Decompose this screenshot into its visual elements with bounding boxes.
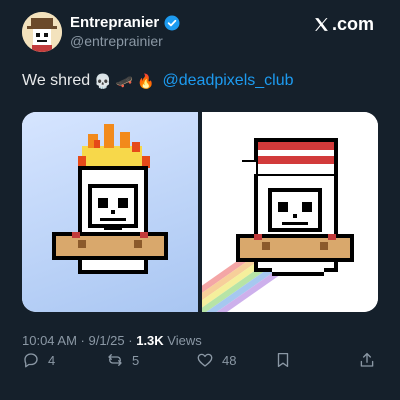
bookmark-button[interactable]: [274, 351, 292, 369]
ghost-skull-hat-art: [202, 138, 354, 312]
verified-badge-icon: [164, 15, 180, 30]
author-avatar[interactable]: [22, 12, 62, 52]
views-label: Views: [163, 333, 202, 348]
tweet-text: We shred 💀 🛹 🔥 @deadpixels_club: [22, 72, 294, 90]
media-image-left[interactable]: [22, 112, 198, 312]
like-icon: [197, 353, 213, 367]
media-image-right[interactable]: [202, 112, 378, 312]
tweet-date[interactable]: 9/1/25: [89, 333, 125, 348]
bookmark-icon: [277, 352, 289, 368]
share-button[interactable]: [358, 351, 376, 369]
meta-separator: ·: [76, 333, 89, 348]
views-count[interactable]: 1.3K: [136, 333, 163, 348]
ghost-skull-fire-art: [52, 124, 168, 274]
author-handle[interactable]: @entreprainier: [70, 33, 163, 49]
repost-icon: [108, 354, 122, 366]
tweet-card: Entrepranier @entreprainier .com We shre…: [0, 0, 400, 400]
tweet-meta: 10:04 AM · 9/1/25 · 1.3K Views: [22, 333, 202, 348]
reply-icon: [24, 353, 38, 368]
avatar-image: [22, 12, 62, 52]
mention-link[interactable]: @deadpixels_club: [163, 72, 294, 90]
like-button[interactable]: 48: [196, 351, 236, 369]
x-logo[interactable]: .com: [313, 14, 374, 35]
meta-separator: ·: [124, 333, 137, 348]
like-count: 48: [222, 352, 237, 368]
reply-button[interactable]: 4: [22, 351, 55, 369]
author-name-row[interactable]: Entrepranier: [70, 14, 180, 31]
share-icon: [360, 352, 374, 367]
tweet-time[interactable]: 10:04 AM: [22, 333, 77, 348]
author-display-name[interactable]: Entrepranier: [70, 14, 159, 31]
fire-emoji: 🔥: [137, 72, 155, 89]
skateboard-emoji: 🛹: [115, 72, 134, 89]
repost-count: 5: [132, 352, 140, 368]
tweet-body: We shred: [22, 72, 91, 89]
repost-button[interactable]: 5: [106, 351, 139, 369]
tweet-media[interactable]: [22, 112, 378, 312]
skull-emoji: 💀: [94, 72, 112, 89]
reply-count: 4: [48, 352, 56, 368]
x-logo-text: .com: [331, 14, 374, 34]
x-logo-icon: [315, 18, 328, 31]
